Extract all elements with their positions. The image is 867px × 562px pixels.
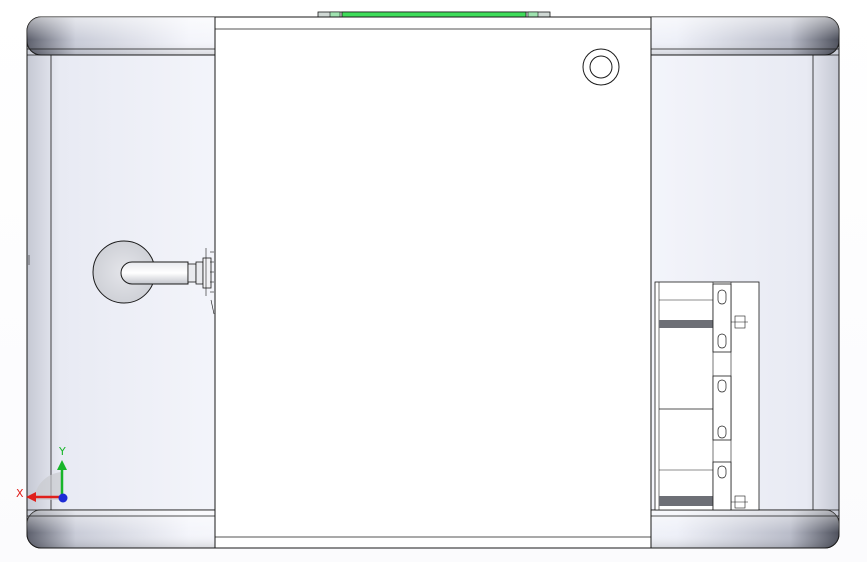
lock-icon xyxy=(582,48,620,86)
rail-bracket xyxy=(654,281,760,511)
door-panel xyxy=(214,16,652,549)
y-axis-label: Y xyxy=(58,445,66,458)
cad-viewport[interactable]: Y X xyxy=(0,0,867,562)
cad-drawing: Y X xyxy=(16,11,840,549)
x-axis-label: X xyxy=(16,487,24,500)
